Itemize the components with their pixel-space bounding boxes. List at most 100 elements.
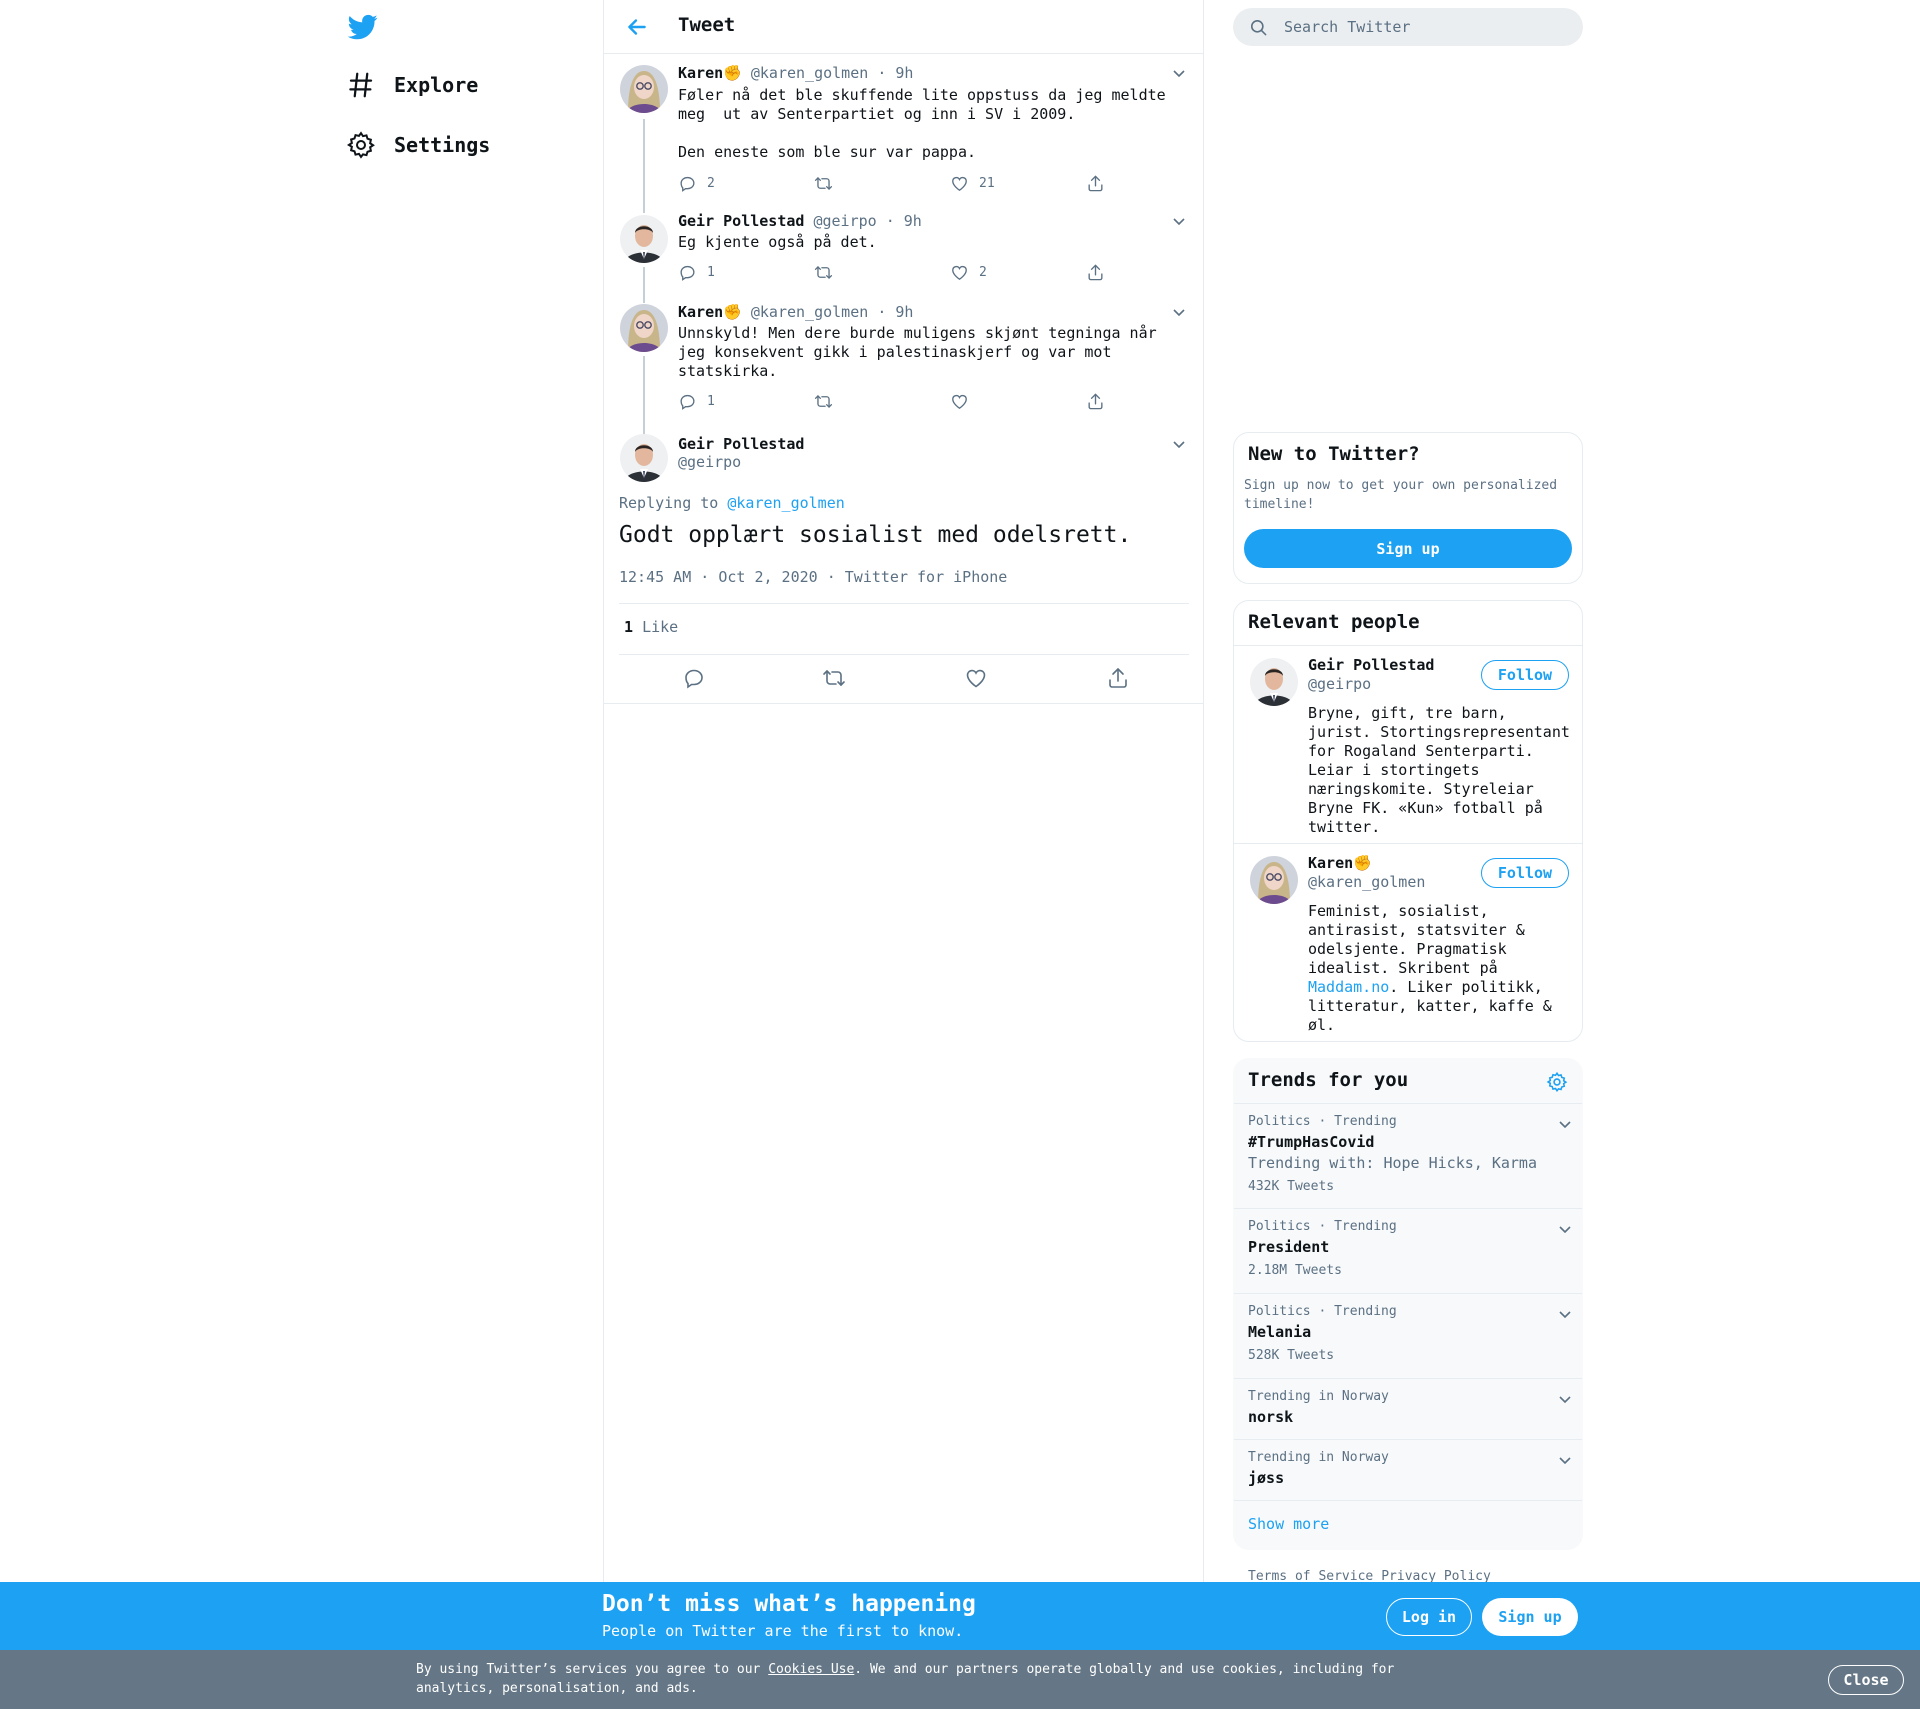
heart-icon[interactable] [964, 666, 988, 690]
trend-item[interactable]: Politics · Trending President 2.18M Twee… [1234, 1208, 1582, 1294]
thread-line [643, 356, 645, 426]
trend-item[interactable]: Trending in Norway norsk [1234, 1378, 1582, 1440]
person-handle[interactable]: @geirpo [1308, 675, 1371, 693]
nav-settings[interactable]: Settings [346, 130, 490, 160]
author-name[interactable]: Geir Pollestad [678, 212, 804, 230]
author-name[interactable]: Geir Pollestad [678, 435, 804, 453]
author-handle[interactable]: @geirpo [678, 453, 804, 471]
chevron-down-icon[interactable] [1557, 1306, 1573, 1322]
chevron-down-icon[interactable] [1557, 1221, 1573, 1237]
reply-icon [678, 263, 707, 282]
source-label[interactable]: Twitter for iPhone [845, 568, 1008, 586]
thread-tweet[interactable]: Karen✊ @karen_golmen · 9h Føler nå det b… [604, 53, 1203, 203]
thread-tweet[interactable]: Geir Pollestad @geirpo · 9h Eg kjente og… [604, 203, 1203, 293]
tweet-time[interactable]: 9h [895, 64, 913, 82]
twitter-logo-icon[interactable] [348, 12, 378, 42]
login-button[interactable]: Log in [1386, 1598, 1472, 1636]
back-arrow-icon[interactable] [624, 14, 650, 40]
show-more-link[interactable]: Show more [1248, 1515, 1329, 1533]
person-item[interactable]: Geir Pollestad @geirpo Follow Bryne, gif… [1234, 645, 1582, 844]
reply-count: 1 [707, 394, 715, 409]
thread-tweet[interactable]: Karen✊ @karen_golmen · 9h Unnskyld! Men … [604, 293, 1203, 426]
trend-name: Melania [1248, 1323, 1312, 1341]
avatar-geir[interactable] [620, 215, 668, 263]
trend-with: Trending with: Hope Hicks, Karma [1248, 1154, 1537, 1172]
replying-label: Replying to [619, 494, 719, 512]
bio-link[interactable]: Maddam.no [1308, 978, 1389, 996]
like-count: 21 [979, 176, 995, 191]
cookies-use-link[interactable]: Cookies Use [768, 1662, 854, 1677]
author-name[interactable]: Karen✊ [678, 64, 742, 82]
retweet-button[interactable] [814, 392, 843, 411]
trend-context: Trending in Norway [1248, 1450, 1389, 1465]
gear-icon[interactable] [1546, 1071, 1568, 1093]
timestamp-link[interactable]: 12:45 AM · Oct 2, 2020 [619, 568, 818, 586]
follow-button[interactable]: Follow [1481, 858, 1569, 888]
avatar-karen[interactable] [620, 304, 668, 352]
trend-item[interactable]: Trending in Norway jøss [1234, 1439, 1582, 1501]
person-name[interactable]: Geir Pollestad [1308, 656, 1434, 674]
reply-button[interactable]: 1 [678, 392, 715, 411]
retweet-button[interactable] [814, 263, 843, 282]
thread-line [643, 119, 645, 203]
relevant-people-title: Relevant people [1248, 611, 1420, 633]
reply-icon [678, 392, 707, 411]
share-button[interactable] [1086, 263, 1115, 282]
avatar-karen[interactable] [1250, 856, 1298, 904]
follow-button[interactable]: Follow [1481, 660, 1569, 690]
author-name[interactable]: Karen✊ [678, 303, 742, 321]
like-total: 1 [624, 618, 634, 636]
chevron-down-icon[interactable] [1557, 1116, 1573, 1132]
trend-name: President [1248, 1238, 1330, 1256]
trend-item[interactable]: Politics · Trending Melania 528K Tweets [1234, 1293, 1582, 1379]
reply-icon[interactable] [682, 666, 706, 690]
search-icon [1233, 18, 1282, 37]
chevron-down-icon[interactable] [1557, 1391, 1573, 1407]
heart-icon [950, 392, 979, 411]
author-handle[interactable]: @karen_golmen [751, 303, 868, 321]
author-handle[interactable]: @karen_golmen [751, 64, 868, 82]
avatar-karen[interactable] [620, 65, 668, 113]
like-button[interactable]: 21 [950, 174, 995, 193]
retweet-icon [814, 263, 843, 282]
close-button[interactable]: Close [1828, 1665, 1904, 1695]
author-handle[interactable]: @geirpo [813, 212, 876, 230]
trend-item[interactable]: Politics · Trending #TrumpHasCovid Trend… [1234, 1103, 1582, 1209]
chevron-down-icon[interactable] [1171, 213, 1187, 229]
reply-count: 2 [707, 176, 715, 191]
person-bio: Feminist, sosialist, antirasist, statsvi… [1308, 902, 1570, 1035]
chevron-down-icon[interactable] [1171, 436, 1187, 452]
replying-to-link[interactable]: @karen_golmen [727, 494, 844, 512]
reply-button[interactable]: 2 [678, 174, 715, 193]
retweet-icon[interactable] [822, 666, 846, 690]
person-name[interactable]: Karen✊ [1308, 854, 1372, 872]
like-count: 2 [979, 265, 987, 280]
retweet-button[interactable] [814, 174, 843, 193]
nav-explore[interactable]: Explore [346, 70, 478, 100]
trends-title: Trends for you [1248, 1069, 1409, 1091]
tweet-time[interactable]: 9h [904, 212, 922, 230]
chevron-down-icon[interactable] [1557, 1452, 1573, 1468]
gear-icon [346, 130, 376, 160]
search-input[interactable] [1282, 17, 1546, 37]
share-icon[interactable] [1106, 666, 1130, 690]
tweet-column: Tweet Karen✊ @karen_golmen · 9h Føler nå… [603, 0, 1204, 1709]
main-tweet: Geir Pollestad @geirpo [604, 426, 1203, 706]
like-button[interactable]: 2 [950, 263, 987, 282]
signup-button[interactable]: Sign up [1482, 1598, 1578, 1636]
page-header: Tweet [604, 0, 1203, 54]
reply-button[interactable]: 1 [678, 263, 715, 282]
share-button[interactable] [1086, 392, 1115, 411]
like-button[interactable] [950, 392, 979, 411]
avatar-geir[interactable] [620, 434, 668, 482]
chevron-down-icon[interactable] [1171, 65, 1187, 81]
sidebar-signup-button[interactable]: Sign up [1244, 529, 1572, 568]
tweet-time[interactable]: 9h [895, 303, 913, 321]
share-button[interactable] [1086, 174, 1115, 193]
chevron-down-icon[interactable] [1171, 304, 1187, 320]
likes-count-link[interactable]: 1 Like [624, 618, 678, 636]
person-handle[interactable]: @karen_golmen [1308, 873, 1425, 891]
avatar-geir[interactable] [1250, 658, 1298, 706]
person-item[interactable]: Karen✊ @karen_golmen Follow Feminist, so… [1234, 843, 1582, 1041]
new-to-twitter-subtitle: Sign up now to get your own personalized… [1244, 478, 1558, 512]
